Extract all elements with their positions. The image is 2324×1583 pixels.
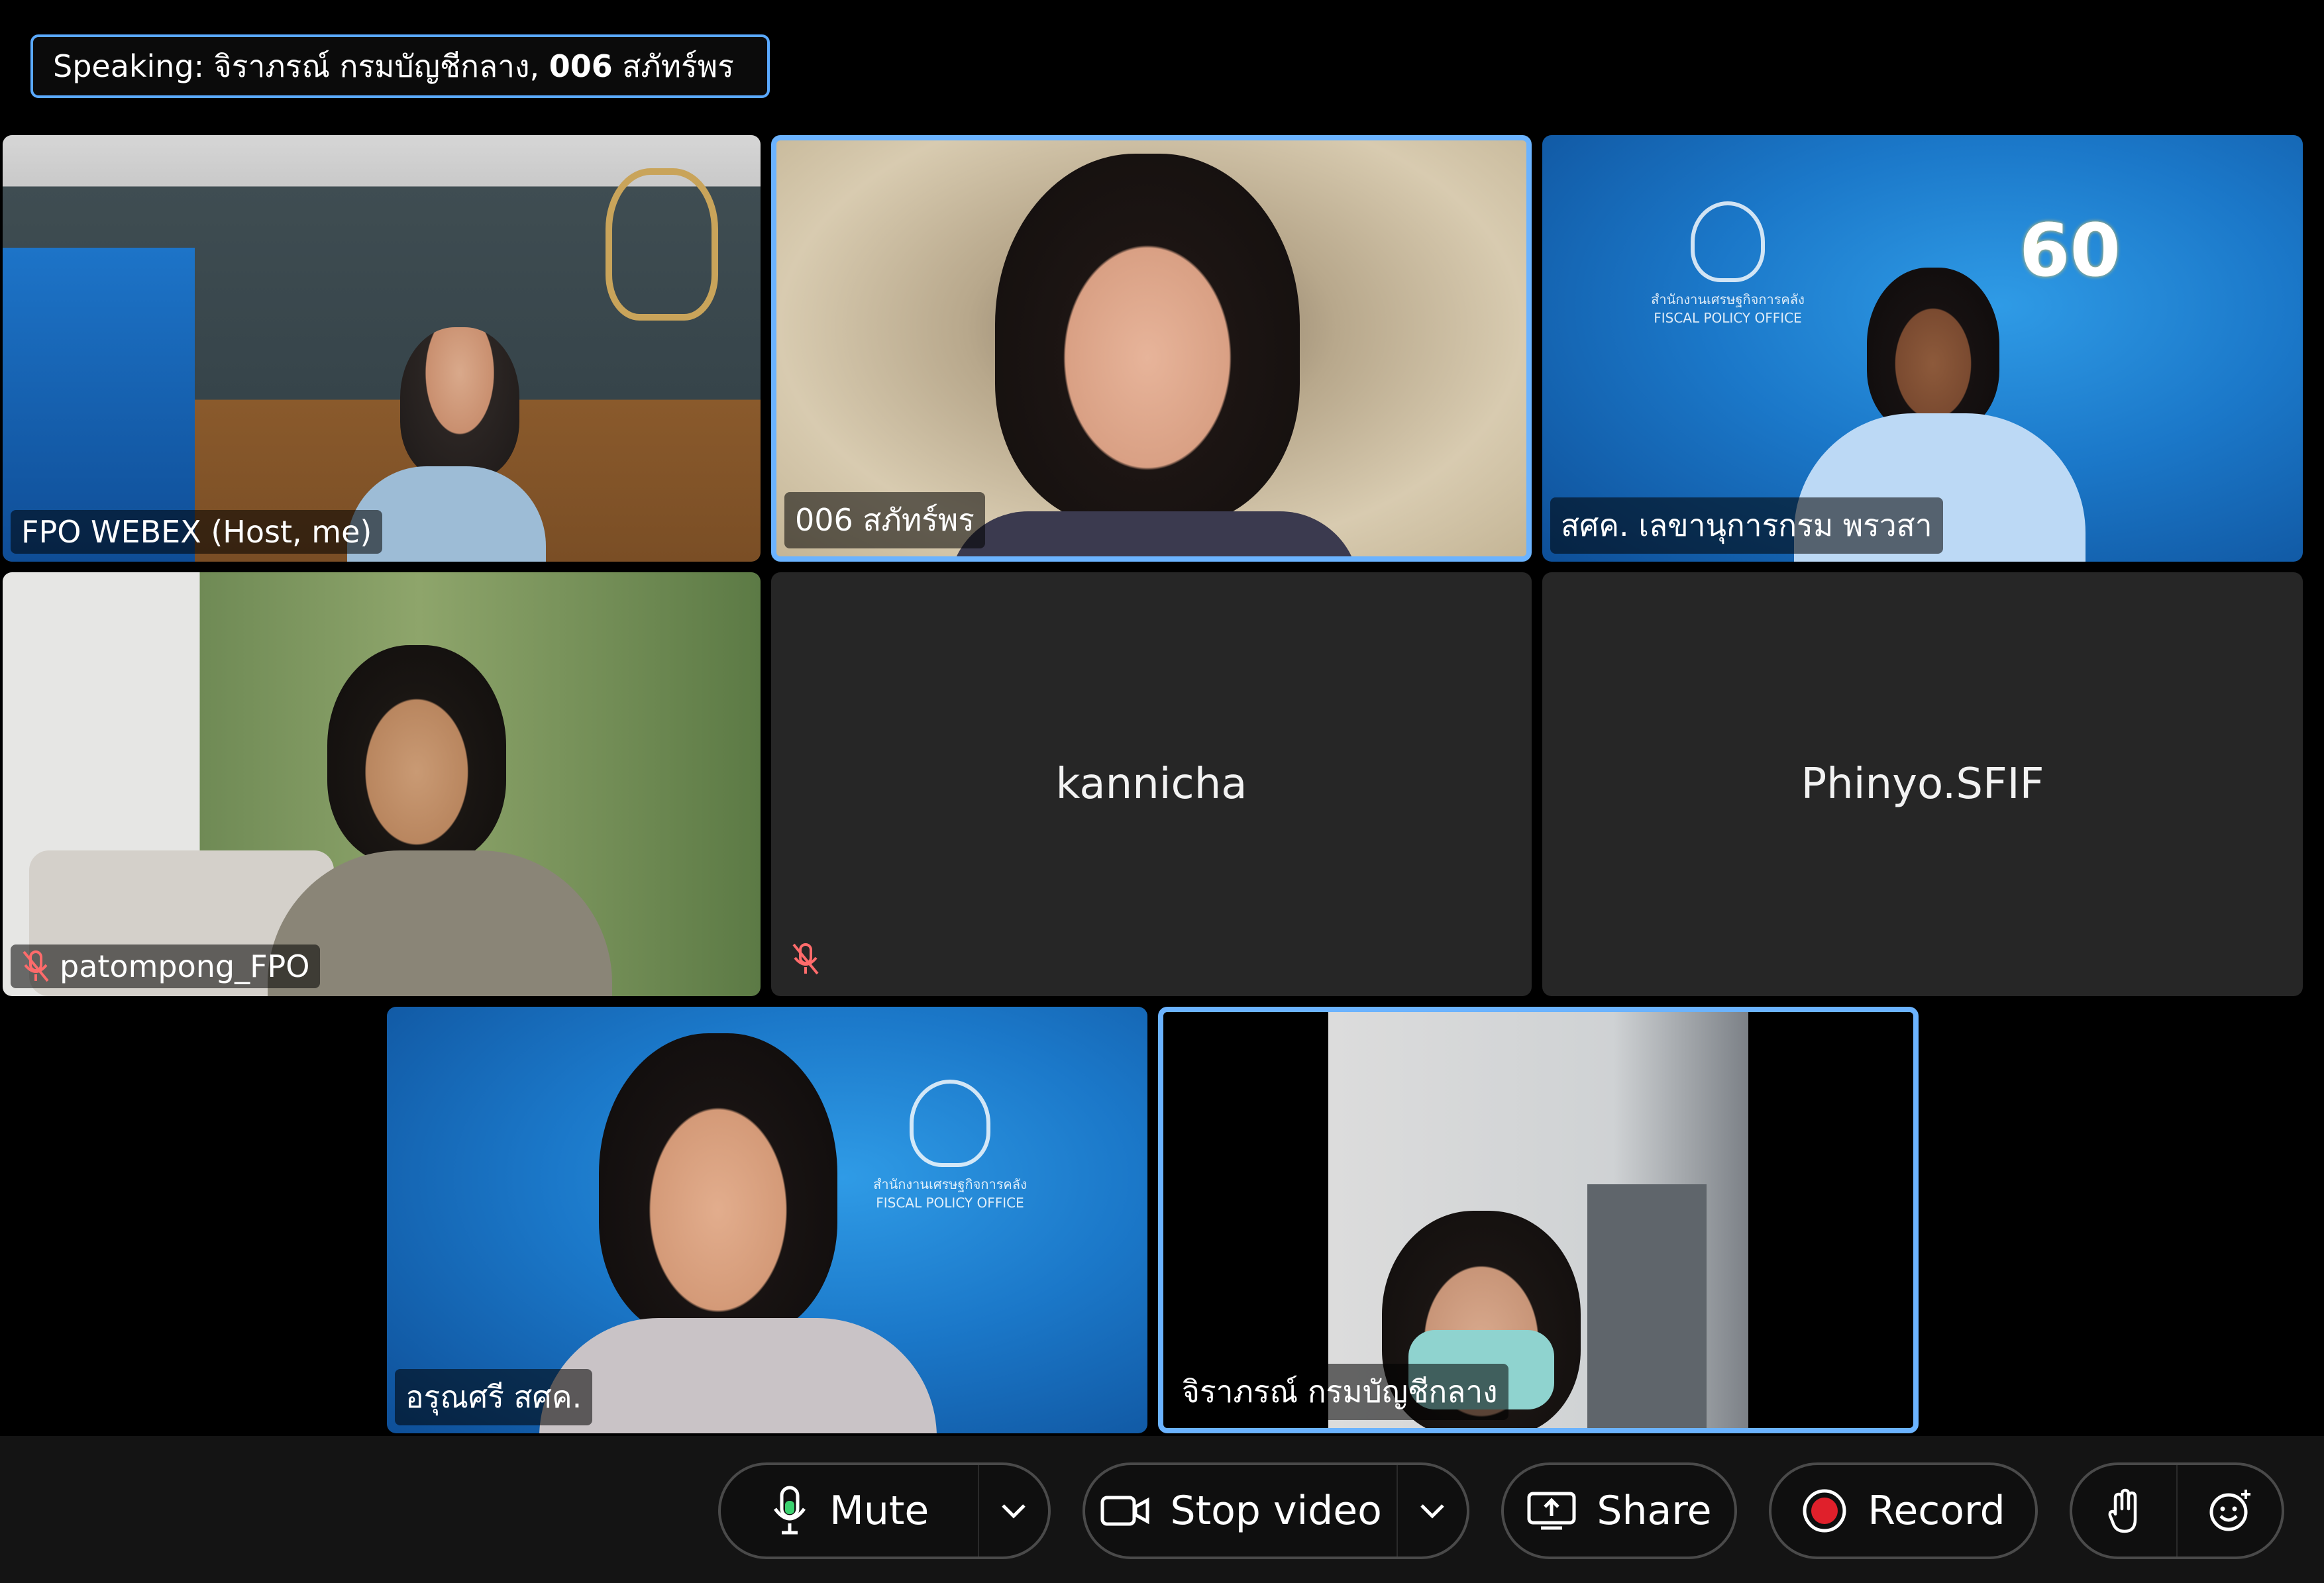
- agency-logo: สำนักงานเศรษฐกิจการคลัง FISCAL POLICY OF…: [851, 1080, 1049, 1211]
- share-label: Share: [1597, 1488, 1712, 1534]
- record-label: Record: [1868, 1488, 2005, 1534]
- speaking-suffix: สภัทร์พร: [612, 48, 734, 84]
- participant-name-label: FPO WEBEX (Host, me): [11, 510, 383, 554]
- participant-name: อรุณศรี สศค.: [405, 1379, 582, 1415]
- participant-video-host: [400, 327, 519, 480]
- stop-video-button[interactable]: Stop video: [1085, 1465, 1399, 1557]
- stop-video-label: Stop video: [1170, 1488, 1382, 1534]
- microphone-icon: [774, 1486, 806, 1535]
- agency-logo: สำนักงานเศรษฐกิจการคลัง FISCAL POLICY OF…: [1642, 201, 1814, 326]
- video-tile-participant[interactable]: สำนักงานเศรษฐกิจการคลัง FISCAL POLICY OF…: [387, 1007, 1147, 1433]
- participant-name-label: อรุณศรี สศค.: [395, 1369, 593, 1425]
- agency-name-en: FISCAL POLICY OFFICE: [1654, 310, 1802, 326]
- agency-emblem: [1691, 201, 1765, 282]
- participant-name: สศค. เลขานุการกรม พรวสา: [1561, 507, 1932, 543]
- mic-muted-icon: [792, 943, 819, 975]
- bookshelf: [1587, 1184, 1707, 1428]
- video-tile-active-speaker[interactable]: จิราภรณ์ กรมบัญชีกลาง: [1158, 1007, 1919, 1433]
- video-tile-participant[interactable]: สำนักงานเศรษฐกิจการคลัง FISCAL POLICY OF…: [1542, 135, 2303, 562]
- audio-options-dropdown[interactable]: [979, 1465, 1048, 1557]
- participant-name: จิราภรณ์ กรมบัญชีกลาง: [1182, 1374, 1498, 1409]
- chevron-down-icon: [1420, 1504, 1444, 1519]
- reactions-button-group: [2070, 1462, 2284, 1559]
- video-tile-host[interactable]: FPO WEBEX (Host, me): [3, 135, 761, 562]
- agency-emblem: [910, 1080, 990, 1167]
- participant-name-label: patompong_FPO: [11, 945, 321, 988]
- participant-name: 006 สภัทร์พร: [795, 502, 975, 538]
- mic-muted-icon: [23, 950, 49, 982]
- participant-name: FPO WEBEX (Host, me): [21, 514, 372, 550]
- person-body: [949, 511, 1359, 556]
- camera-icon: [1100, 1496, 1149, 1526]
- participant-name: Phinyo.SFIF: [1801, 760, 2044, 809]
- video-tile-no-video[interactable]: Phinyo.SFIF: [1542, 572, 2303, 996]
- participant-name-label: จิราภรณ์ กรมบัญชีกลาง: [1171, 1364, 1508, 1420]
- emoji-icon: [2209, 1490, 2250, 1531]
- agency-name-en: FISCAL POLICY OFFICE: [876, 1195, 1024, 1211]
- participant-name-label: สศค. เลขานุการกรม พรวสา: [1550, 497, 1943, 554]
- participant-name-label: 006 สภัทร์พร: [784, 492, 985, 548]
- video-tile-active-speaker[interactable]: 006 สภัทร์พร: [771, 135, 1532, 562]
- video-tile-participant[interactable]: patompong_FPO: [3, 572, 761, 996]
- agency-name-th: สำนักงานเศรษฐกิจการคลัง: [1651, 291, 1805, 307]
- active-speaker-banner: Speaking: จิราภรณ์ กรมบัญชีกลาง, 006 สภั…: [30, 34, 770, 98]
- participant-video: [327, 645, 506, 864]
- video-options-dropdown[interactable]: [1398, 1465, 1467, 1557]
- share-screen-icon: [1527, 1492, 1576, 1530]
- speaking-names: จิราภรณ์ กรมบัญชีกลาง,: [204, 48, 540, 84]
- record-icon: [1803, 1489, 1846, 1533]
- participant-video: [995, 154, 1300, 525]
- video-tile-no-video[interactable]: kannicha: [771, 572, 1532, 996]
- chevron-down-icon: [1002, 1504, 1026, 1519]
- wall-emblem: [606, 168, 718, 321]
- participant-video: [1867, 268, 1999, 433]
- mute-button[interactable]: Mute: [721, 1465, 980, 1557]
- raise-hand-button[interactable]: [2072, 1465, 2178, 1557]
- agency-name-th: สำนักงานเศรษฐกิจการคลัง: [873, 1176, 1027, 1192]
- mute-button-group: Mute: [718, 1462, 1051, 1559]
- person-body: [539, 1318, 937, 1433]
- anniversary-logo: 60: [2019, 208, 2121, 293]
- meeting-control-bar: Mute Stop video Share Record: [0, 1436, 2324, 1583]
- participant-video: [599, 1033, 837, 1338]
- reactions-button[interactable]: [2178, 1465, 2282, 1557]
- participant-name: patompong_FPO: [60, 948, 310, 984]
- share-button[interactable]: Share: [1501, 1462, 1737, 1559]
- raise-hand-icon: [2108, 1488, 2137, 1533]
- video-button-group: Stop video: [1083, 1462, 1469, 1559]
- speaking-prefix: Speaking:: [53, 48, 205, 84]
- record-button[interactable]: Record: [1769, 1462, 2038, 1559]
- mute-label: Mute: [829, 1488, 929, 1534]
- speaking-bold-name: 006: [549, 48, 613, 84]
- participant-name: kannicha: [1055, 760, 1247, 809]
